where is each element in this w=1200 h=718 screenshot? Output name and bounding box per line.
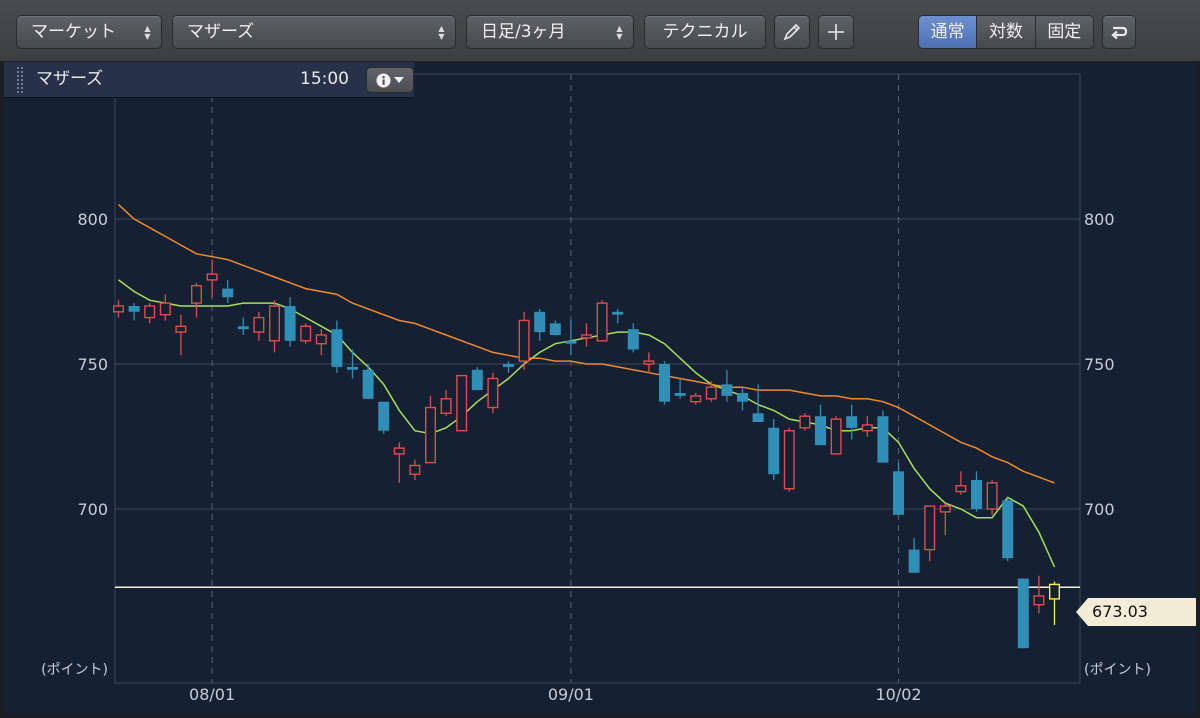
candle-body-down: [877, 416, 889, 463]
x-tick-label: 08/01: [189, 685, 235, 704]
candle-body-up: [783, 430, 795, 490]
y-tick-label-right: 800: [1084, 210, 1115, 229]
plot-border: [114, 73, 1081, 684]
candle-body-up: [409, 464, 421, 475]
candle-body-up: [487, 377, 499, 409]
candle-body-up: [939, 505, 951, 513]
candle-body-up: [799, 415, 811, 429]
candle-body-up: [955, 485, 967, 493]
candle-body-up: [581, 334, 593, 339]
candle-body-up: [861, 424, 873, 432]
candle-body-up: [393, 447, 405, 455]
candle-body-down: [752, 413, 764, 422]
index-name: マザーズ: [36, 69, 104, 89]
candle-body-up: [690, 395, 702, 403]
x-tick-label: 10/02: [875, 685, 921, 704]
y-tick-label-left: 800: [77, 210, 108, 229]
candle-body-up: [300, 325, 312, 342]
candle-body-down: [362, 369, 374, 399]
candle-body-up: [705, 386, 717, 400]
candle-body-down: [627, 329, 639, 350]
y-tick-label-right: 700: [1084, 500, 1115, 519]
caret-down-icon: [394, 77, 404, 83]
candle-body-up: [440, 398, 452, 414]
candlestick-chart[interactable]: 700 700 750 750 800 800 08/01 09/01 10/02 (ポイント) (…: [0, 0, 1200, 718]
candle-body-down: [908, 549, 920, 573]
candle-body-down: [471, 369, 483, 391]
last-update-time: 15:00: [300, 69, 349, 89]
candle-body-up: [175, 325, 187, 333]
candle-body-up: [315, 334, 327, 345]
info-icon: [376, 72, 391, 88]
drag-grip-icon[interactable]: [16, 66, 24, 94]
candle-body-down: [1017, 578, 1029, 649]
candle-body-down: [1002, 500, 1014, 559]
candle-body-down: [503, 364, 514, 367]
info-panel: マザーズ 15:00: [4, 62, 414, 98]
candle-body-down: [237, 326, 249, 330]
candle-body-down: [768, 427, 780, 475]
candle-body-up: [924, 505, 936, 551]
candle-body-up: [596, 302, 608, 342]
candle-body-down: [815, 416, 826, 446]
candle-body-up: [206, 273, 218, 281]
candle-body-up: [159, 302, 171, 316]
candle-body-down: [549, 323, 561, 335]
y-unit-label-left: (ポイント): [41, 662, 108, 678]
info-dropdown-button[interactable]: [366, 67, 414, 93]
x-tick-label: 09/01: [548, 685, 594, 704]
candle-body-down: [534, 311, 546, 333]
candle-body-down: [721, 384, 733, 396]
candle-body-down: [378, 401, 390, 431]
candle-body-down: [347, 366, 358, 370]
y-tick-label-left: 700: [77, 500, 108, 519]
candle-body-down: [846, 416, 858, 428]
candle-body-up: [456, 374, 468, 432]
candle-body-down: [893, 471, 904, 515]
y-tick-label-right: 750: [1084, 355, 1115, 374]
candle-body-down: [284, 306, 296, 341]
candle-body-up: [1033, 595, 1045, 606]
candle-body-down: [128, 306, 140, 312]
candle-body-down: [331, 329, 343, 367]
candle-body-up: [425, 406, 437, 464]
y-tick-label-left: 750: [77, 355, 108, 374]
candle-body-up: [112, 305, 124, 313]
candle-body-down: [659, 364, 670, 402]
candle-body-up: [269, 305, 281, 342]
candle-body-up: [518, 319, 530, 362]
candle-body-down: [222, 288, 234, 298]
candle-body-down: [565, 340, 577, 344]
candle-body-down: [971, 480, 982, 509]
candle-body-up: [986, 482, 998, 510]
candle-body-up: [1048, 583, 1060, 600]
y-unit-label-right: (ポイント): [1084, 662, 1151, 678]
current-price-tag: 673.03: [1076, 598, 1196, 626]
candle-body-up: [144, 305, 156, 319]
candle-body-up: [643, 360, 655, 365]
candle-body-down: [674, 393, 686, 396]
candle-body-up: [830, 418, 842, 455]
candle-body-down: [612, 311, 624, 315]
candle-body-up: [190, 285, 202, 304]
candle-body-up: [253, 316, 265, 333]
candle-body-down: [737, 393, 748, 402]
